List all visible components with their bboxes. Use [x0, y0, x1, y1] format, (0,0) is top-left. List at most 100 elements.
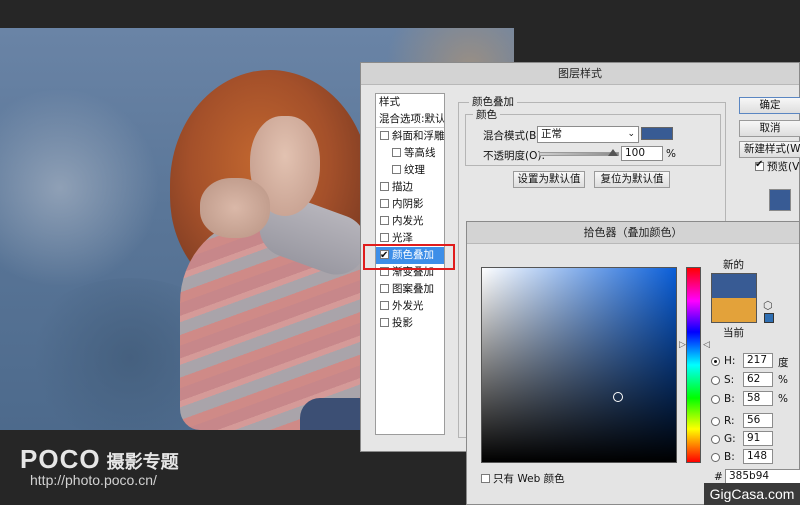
opacity-label: 不透明度(O): [483, 150, 545, 162]
blend-mode-label: 混合模式(B): [483, 130, 544, 142]
style-item-label: 投影 [392, 317, 413, 329]
style-item[interactable]: 混合选项:默认 [376, 111, 444, 128]
hand [200, 178, 270, 238]
style-item-label: 内发光 [392, 215, 424, 227]
hue-slider-left-arrow-icon: ▷ [679, 340, 686, 350]
color-cursor[interactable] [613, 392, 623, 402]
radio-g[interactable] [711, 435, 720, 444]
current-color-swatch[interactable] [711, 298, 757, 323]
blend-mode-value: 正常 [541, 128, 562, 140]
style-item[interactable]: 等高线 [376, 145, 444, 162]
style-item[interactable]: 外发光 [376, 298, 444, 315]
current-color-label: 当前 [723, 327, 744, 339]
style-item-label: 内阴影 [392, 198, 424, 210]
field-input-s[interactable]: 62 [743, 372, 773, 387]
field-unit-s: % [778, 374, 788, 386]
style-item-label: 样式 [379, 96, 400, 108]
style-item-checkbox[interactable] [380, 131, 389, 140]
opacity-input[interactable]: 100 [621, 146, 663, 161]
highlight-annotation [363, 244, 455, 270]
radio-bv[interactable] [711, 395, 720, 404]
style-item-label: 等高线 [404, 147, 436, 159]
poco-logo-cn: 摄影专题 [106, 452, 179, 473]
opacity-slider-thumb[interactable] [608, 149, 618, 156]
style-item-checkbox[interactable] [380, 182, 389, 191]
new-color-swatch [711, 273, 757, 298]
radio-s[interactable] [711, 376, 720, 385]
field-unit-bv: % [778, 393, 788, 405]
hue-slider-right-arrow-icon: ◁ [703, 340, 710, 350]
field-input-bb[interactable]: 148 [743, 449, 773, 464]
style-item-label: 描边 [392, 181, 413, 193]
style-item-label: 光泽 [392, 232, 413, 244]
field-input-r[interactable]: 56 [743, 413, 773, 428]
web-only-label: 只有 Web 颜色 [493, 473, 565, 485]
radio-r[interactable] [711, 417, 720, 426]
overlay-color-swatch[interactable] [641, 127, 673, 140]
dialog-title: 图层样式 [361, 63, 799, 85]
style-preview-thumbnail [769, 189, 791, 211]
preview-label: 预览(V) [767, 161, 800, 173]
field-label-s: S: [724, 374, 735, 386]
cube-icon[interactable]: ⬡ [763, 299, 773, 312]
style-item-label: 图案叠加 [392, 283, 434, 295]
set-default-button[interactable]: 设置为默认值 [513, 171, 585, 188]
chevron-down-icon: ⌄ [627, 129, 635, 139]
color-subgroup-title: 颜色 [473, 107, 500, 122]
poco-watermark: POCO 摄影专题 http://photo.poco.cn/ [20, 444, 179, 488]
color-picker-dialog: 拾色器（叠加颜色） ▷ ◁ 新的 当前 ⬡ H: 217 度 S: 62% B: 58% R:… [466, 221, 800, 505]
style-item-checkbox[interactable] [380, 318, 389, 327]
field-label-h: H: [724, 355, 736, 367]
hex-label: # [714, 471, 723, 483]
web-only-check-icon [481, 474, 490, 483]
new-style-button[interactable]: 新建样式(W)... [739, 141, 800, 158]
style-item[interactable]: 斜面和浮雕 [376, 128, 444, 145]
preview-check-icon [755, 159, 764, 171]
picker-title: 拾色器（叠加颜色） [467, 222, 799, 244]
poco-logo: POCO [20, 444, 101, 474]
opacity-slider[interactable] [539, 152, 619, 156]
style-item-checkbox[interactable] [392, 148, 401, 157]
style-item-checkbox[interactable] [380, 199, 389, 208]
style-item-checkbox[interactable] [380, 216, 389, 225]
opacity-unit: % [666, 148, 676, 160]
field-label-bb: B: [724, 451, 735, 463]
style-item[interactable]: 样式 [376, 94, 444, 111]
hex-input[interactable]: 385b94 [725, 469, 800, 484]
preview-checkbox[interactable]: 预览(V) [755, 159, 800, 174]
style-item[interactable]: 纹理 [376, 162, 444, 179]
style-item[interactable]: 内发光 [376, 213, 444, 230]
field-label-g: G: [724, 433, 736, 445]
field-label-bv: B: [724, 393, 735, 405]
radio-h[interactable] [711, 357, 720, 366]
site-watermark: GigCasa.com [704, 483, 800, 505]
style-item[interactable]: 图案叠加 [376, 281, 444, 298]
style-item-checkbox[interactable] [380, 301, 389, 310]
style-item-checkbox[interactable] [392, 165, 401, 174]
web-only-checkbox[interactable]: 只有 Web 颜色 [481, 471, 565, 486]
style-item-label: 外发光 [392, 300, 424, 312]
field-label-r: R: [724, 415, 735, 427]
style-item-label: 纹理 [404, 164, 425, 176]
field-input-bv[interactable]: 58 [743, 391, 773, 406]
style-item-label: 斜面和浮雕 [392, 130, 444, 142]
field-input-h[interactable]: 217 [743, 353, 773, 368]
reset-default-button[interactable]: 复位为默认值 [594, 171, 670, 188]
style-item-checkbox[interactable] [380, 284, 389, 293]
saturation-brightness-field[interactable] [481, 267, 677, 463]
field-unit-h: 度 [778, 357, 789, 369]
hue-slider[interactable] [686, 267, 701, 463]
style-item[interactable]: 描边 [376, 179, 444, 196]
new-color-label: 新的 [723, 259, 744, 271]
cancel-button[interactable]: 取消 [739, 120, 800, 137]
blend-mode-select[interactable]: 正常 ⌄ [537, 126, 639, 143]
ok-button[interactable]: 确定 [739, 97, 800, 114]
style-item-checkbox[interactable] [380, 233, 389, 242]
field-input-g[interactable]: 91 [743, 431, 773, 446]
websafe-swatch-icon[interactable] [764, 313, 774, 323]
style-item-label: 混合选项:默认 [379, 113, 444, 125]
style-item[interactable]: 内阴影 [376, 196, 444, 213]
radio-bb[interactable] [711, 453, 720, 462]
poco-url: http://photo.poco.cn/ [30, 472, 157, 488]
style-item[interactable]: 投影 [376, 315, 444, 332]
